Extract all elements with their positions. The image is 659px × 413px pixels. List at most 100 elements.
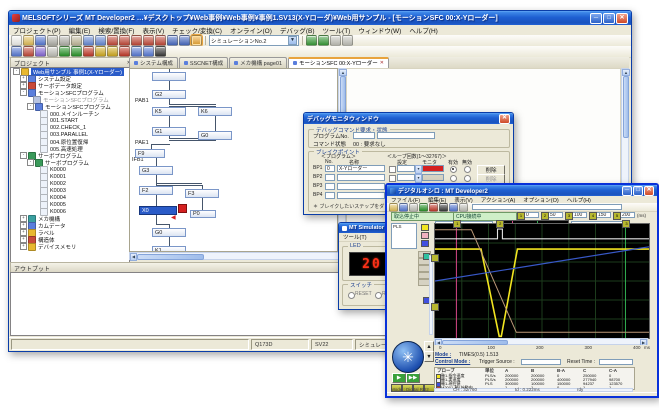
tree-expander-icon[interactable]: + <box>20 82 27 89</box>
read-from-cpu-icon[interactable] <box>119 35 130 46</box>
stop-icon[interactable] <box>83 46 94 57</box>
monitor-start-icon[interactable] <box>131 46 142 57</box>
tree-item-13[interactable]: -サーボプログラム <box>11 159 129 166</box>
menu-item-9[interactable]: ヘルプ(H) <box>405 25 442 35</box>
bp-loop-field[interactable] <box>397 174 415 181</box>
paste-icon[interactable] <box>71 35 82 46</box>
tree-expander-icon[interactable]: - <box>27 159 34 166</box>
panel-scrollbar[interactable] <box>429 255 433 335</box>
reset-radio[interactable] <box>348 292 355 299</box>
menu-item-1[interactable]: 編集(E) <box>65 25 95 35</box>
bp-enable-radio[interactable] <box>450 166 457 173</box>
tree-item-20[interactable]: K0006 <box>11 208 129 215</box>
run-icon[interactable] <box>59 46 70 57</box>
bp-disable-radio[interactable] <box>464 175 471 182</box>
tab-2[interactable]: メカ機構 page01 <box>229 57 287 68</box>
time-marker-3[interactable]: 3 <box>565 212 573 220</box>
tree-expander-icon[interactable]: - <box>27 103 34 110</box>
sfc-step-blank[interactable] <box>152 72 186 81</box>
bp-loop-spinner[interactable]: ▾ <box>415 174 422 183</box>
tree-expander-icon[interactable]: + <box>20 243 27 250</box>
main-titlebar[interactable]: MELSOFTシリーズ MT Developer2 …¥デスクトップ¥Web事例… <box>9 11 631 25</box>
tree-item-17[interactable]: K0003 <box>11 187 129 194</box>
bp-enable-radio[interactable] <box>450 175 457 182</box>
time-marker-value[interactable]: 100 <box>572 212 587 218</box>
simulator-start-icon[interactable] <box>306 35 317 46</box>
tree-item-15[interactable]: K0001 <box>11 173 129 180</box>
tree-expander-icon[interactable]: + <box>20 229 27 236</box>
time-marker-value[interactable]: 150 <box>596 212 611 218</box>
open-project-icon[interactable] <box>23 35 34 46</box>
tree-item-21[interactable]: +メカ機構 <box>11 215 129 222</box>
time-marker-4[interactable]: 4 <box>589 212 597 220</box>
program-name-field[interactable] <box>377 132 435 139</box>
monitor-icon[interactable] <box>143 35 154 46</box>
tree-item-8[interactable]: 002.CHECK_1 <box>11 124 129 131</box>
save-project-icon[interactable] <box>35 35 46 46</box>
tab-3[interactable]: モーションSFC 00:X-Yローダー✕ <box>288 57 389 68</box>
bp-no-field[interactable]: 0 <box>325 165 335 172</box>
redo-icon[interactable] <box>95 35 106 46</box>
osc-open-icon[interactable] <box>389 203 398 212</box>
simulator-stop-icon[interactable] <box>318 35 329 46</box>
bp-no-field[interactable] <box>325 174 335 181</box>
osc-close-button[interactable]: ✕ <box>644 186 654 196</box>
menu-item-2[interactable]: 検索/置換(F) <box>94 25 138 35</box>
tree-expander-icon[interactable]: + <box>20 236 27 243</box>
bp-loop-field[interactable] <box>397 165 415 172</box>
graph-horizontal-scrollbar[interactable]: ◀▶ <box>434 338 648 345</box>
dialog-titlebar[interactable]: デバッグモニタウィンドウ ✕ <box>304 113 513 124</box>
menu-item-4[interactable]: チェック/変換(C) <box>168 25 226 35</box>
monitor-stop-icon[interactable] <box>143 46 154 57</box>
osc-help-icon[interactable] <box>459 203 468 212</box>
osc-probe-icon[interactable] <box>449 203 458 212</box>
trace-start-button[interactable]: ▶ <box>392 373 406 383</box>
sfc-step-G2[interactable]: G2 <box>152 90 186 99</box>
control-mode-label[interactable]: Control Mode : <box>435 359 470 365</box>
osc-stop-icon[interactable] <box>429 203 438 212</box>
sfc-step-G3[interactable]: G3 <box>139 166 173 175</box>
bp-name-field[interactable] <box>337 192 385 199</box>
time-marker-5[interactable]: 5 <box>613 212 621 220</box>
osc-maximize-button[interactable]: □ <box>633 186 643 196</box>
sfc-step-G1[interactable]: G1 <box>152 127 186 136</box>
bp-name-field[interactable] <box>337 183 385 190</box>
combo-dropdown-icon[interactable]: ▼ <box>288 36 297 45</box>
sfc-step-F9[interactable]: F9 <box>135 149 165 158</box>
osc-start-icon[interactable] <box>419 203 428 212</box>
osc-print-icon[interactable] <box>409 203 418 212</box>
time-marker-value[interactable]: 0 <box>524 212 539 218</box>
sfc-step-F2[interactable]: F2 <box>139 186 173 195</box>
tree-expander-icon[interactable]: - <box>20 89 27 96</box>
simulator-menu-tool[interactable]: ツール(T) <box>339 233 371 241</box>
motion-sfc-icon[interactable] <box>11 46 22 57</box>
oscilloscope-titlebar[interactable]: デジタルオシロ : MT Developer2 ─□✕ <box>387 185 657 196</box>
tab-close-icon[interactable]: ✕ <box>380 60 384 66</box>
graph-top-marker-3[interactable]: 3 <box>622 220 630 228</box>
convert-icon[interactable] <box>179 35 190 46</box>
trigger-source-field[interactable] <box>521 359 561 365</box>
osc-minimize-button[interactable]: ─ <box>622 186 632 196</box>
channel-chip-2[interactable] <box>421 232 429 239</box>
time-marker-value[interactable]: 50 <box>548 212 563 218</box>
new-project-icon[interactable] <box>11 35 22 46</box>
minimize-button[interactable]: ─ <box>590 13 602 24</box>
osc-save-icon[interactable] <box>399 203 408 212</box>
sfc-step-G0[interactable]: G0 <box>198 131 232 140</box>
tree-expander-icon[interactable]: + <box>20 215 27 222</box>
tree-item-19[interactable]: K0005 <box>11 201 129 208</box>
maximize-button[interactable]: □ <box>603 13 615 24</box>
check-icon[interactable] <box>167 35 178 46</box>
reset-icon[interactable] <box>107 46 118 57</box>
comm-setting-icon[interactable] <box>191 35 202 46</box>
mode-label[interactable]: Mode : <box>435 352 451 358</box>
dialog-close-button[interactable]: ✕ <box>499 114 510 124</box>
tree-item-25[interactable]: +デバイスメモリ <box>11 243 129 250</box>
run-radio[interactable] <box>375 292 382 299</box>
scroll-up-icon[interactable]: ▲ <box>622 69 630 76</box>
write-to-cpu-icon[interactable] <box>107 35 118 46</box>
sfc-step-P0[interactable]: P0 <box>190 210 216 218</box>
channel-chip-1[interactable] <box>421 224 429 231</box>
breakpoint-icon[interactable] <box>119 46 130 57</box>
graph-top-marker-1[interactable]: 1 <box>453 220 461 228</box>
